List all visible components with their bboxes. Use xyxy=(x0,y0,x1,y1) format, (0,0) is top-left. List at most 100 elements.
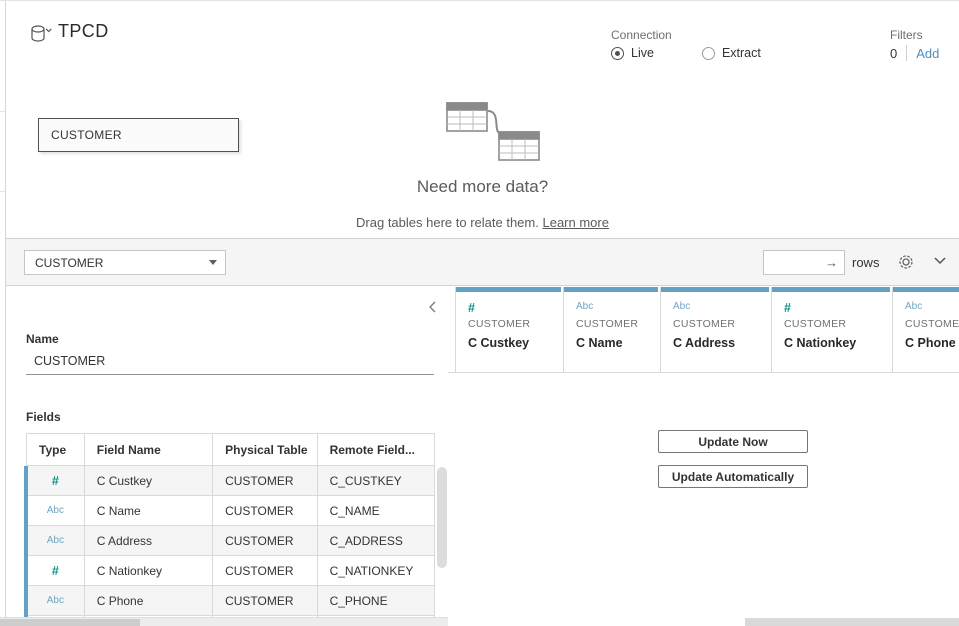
column-table-name: CUSTOMER xyxy=(784,318,892,330)
empty-state-text: Drag tables here to relate them. xyxy=(356,215,539,230)
number-type-icon: # xyxy=(468,301,563,315)
datasource-icon[interactable] xyxy=(30,25,56,43)
name-label: Name xyxy=(26,332,59,346)
col-header-type[interactable]: Type xyxy=(27,434,85,465)
column-accent-strip xyxy=(893,287,959,292)
rows-count-input[interactable]: → xyxy=(763,250,845,275)
grid-horizontal-scrollbar[interactable] xyxy=(745,618,959,626)
col-header-remote-field[interactable]: Remote Field... xyxy=(318,434,434,465)
data-preview-grid: # CUSTOMER C Custkey Abc CUSTOMER C Name… xyxy=(448,286,959,626)
column-accent-strip xyxy=(661,287,769,292)
column-accent-strip xyxy=(456,287,561,292)
cell-remote-field: C_CUSTKEY xyxy=(318,466,434,495)
fields-label: Fields xyxy=(26,410,61,424)
filters-add-link[interactable]: Add xyxy=(916,46,939,61)
live-radio-label[interactable]: Live xyxy=(631,46,654,60)
number-type-icon: # xyxy=(52,564,59,578)
empty-state-subtitle: Drag tables here to relate them. Learn m… xyxy=(6,215,959,230)
string-type-icon: Abc xyxy=(47,505,64,516)
column-accent-strip xyxy=(564,287,658,292)
table-details-panel: Name CUSTOMER Fields Type Field Name Phy… xyxy=(6,286,448,626)
column-field-name: C Phone xyxy=(905,336,959,350)
fields-table-header-row: Type Field Name Physical Table Remote Fi… xyxy=(27,434,434,466)
cell-remote-field: C_NATIONKEY xyxy=(318,556,434,585)
string-type-icon: Abc xyxy=(905,301,959,315)
grid-column-header[interactable]: # CUSTOMER C Custkey xyxy=(455,287,564,372)
table-row[interactable]: Abc C Name CUSTOMER C_NAME xyxy=(27,496,434,526)
string-type-icon: Abc xyxy=(47,595,64,606)
update-automatically-button[interactable]: Update Automatically xyxy=(658,465,808,488)
datagrid-toolbar: CUSTOMER → rows xyxy=(6,239,959,286)
grid-column-header[interactable]: Abc CUSTOMER C Name xyxy=(564,287,661,372)
chevron-down-icon[interactable] xyxy=(934,257,946,265)
rows-count-field[interactable] xyxy=(764,252,822,273)
cell-field-name: C Phone xyxy=(85,586,213,615)
panel-horizontal-scrollbar[interactable] xyxy=(0,617,448,626)
filters-count: 0 xyxy=(890,46,897,61)
cell-physical-table: CUSTOMER xyxy=(213,466,318,495)
string-type-icon: Abc xyxy=(673,301,771,315)
gear-icon[interactable] xyxy=(897,253,915,271)
grid-column-header[interactable]: Abc CUSTOMER C Phone xyxy=(893,287,959,372)
cell-physical-table: CUSTOMER xyxy=(213,556,318,585)
cell-remote-field: C_NAME xyxy=(318,496,434,525)
relate-tables-illustration xyxy=(443,99,543,163)
number-type-icon: # xyxy=(784,301,892,315)
relationship-canvas: TPCD Connection Live Extract Filters 0 A… xyxy=(6,1,959,239)
cell-remote-field: C_PHONE xyxy=(318,586,434,615)
learn-more-link[interactable]: Learn more xyxy=(542,215,608,230)
grid-column-header[interactable]: # CUSTOMER C Nationkey xyxy=(772,287,893,372)
update-now-button[interactable]: Update Now xyxy=(658,430,808,453)
column-field-name: C Custkey xyxy=(468,336,563,350)
cell-field-name: C Address xyxy=(85,526,213,555)
fields-table: Type Field Name Physical Table Remote Fi… xyxy=(26,433,435,621)
extract-radio[interactable] xyxy=(702,47,715,60)
col-header-field-name[interactable]: Field Name xyxy=(85,434,213,465)
extract-radio-label[interactable]: Extract xyxy=(722,46,761,60)
rows-label: rows xyxy=(852,255,879,270)
column-table-name: CUSTOMER xyxy=(673,318,771,330)
filters-divider xyxy=(906,45,907,61)
cell-physical-table: CUSTOMER xyxy=(213,496,318,525)
connection-label: Connection xyxy=(611,28,672,42)
empty-state-title: Need more data? xyxy=(6,177,959,197)
fields-table-scrollbar[interactable] xyxy=(437,467,447,568)
column-table-name: CUSTOMER xyxy=(576,318,660,330)
table-select-value: CUSTOMER xyxy=(35,256,103,270)
column-field-name: C Nationkey xyxy=(784,336,892,350)
cell-field-name: C Custkey xyxy=(85,466,213,495)
filters-label: Filters xyxy=(890,28,923,42)
cell-physical-table: CUSTOMER xyxy=(213,586,318,615)
column-field-name: C Name xyxy=(576,336,660,350)
cell-remote-field: C_ADDRESS xyxy=(318,526,434,555)
apply-rows-arrow-icon[interactable]: → xyxy=(825,255,844,270)
canvas-table-label: CUSTOMER xyxy=(51,128,122,142)
canvas-table-customer[interactable]: CUSTOMER xyxy=(38,118,239,152)
collapse-panel-icon[interactable] xyxy=(428,301,436,313)
table-row[interactable]: # C Custkey CUSTOMER C_CUSTKEY xyxy=(27,466,434,496)
column-field-name: C Address xyxy=(673,336,771,350)
cell-field-name: C Name xyxy=(85,496,213,525)
cell-physical-table: CUSTOMER xyxy=(213,526,318,555)
table-row[interactable]: # C Nationkey CUSTOMER C_NATIONKEY xyxy=(27,556,434,586)
table-name-value: CUSTOMER xyxy=(34,354,105,368)
live-radio[interactable] xyxy=(611,47,624,60)
col-header-physical-table[interactable]: Physical Table xyxy=(213,434,317,465)
row-selection-strip xyxy=(24,466,28,618)
grid-header-divider xyxy=(448,372,959,373)
column-accent-strip xyxy=(772,287,890,292)
table-name-input[interactable]: CUSTOMER xyxy=(26,348,434,375)
cell-field-name: C Nationkey xyxy=(85,556,213,585)
string-type-icon: Abc xyxy=(576,301,660,315)
table-row[interactable]: Abc C Phone CUSTOMER C_PHONE xyxy=(27,586,434,616)
column-table-name: CUSTOMER xyxy=(468,318,563,330)
datasource-title[interactable]: TPCD xyxy=(58,21,109,42)
number-type-icon: # xyxy=(52,474,59,488)
column-table-name: CUSTOMER xyxy=(905,318,959,330)
string-type-icon: Abc xyxy=(47,535,64,546)
table-row[interactable]: Abc C Address CUSTOMER C_ADDRESS xyxy=(27,526,434,556)
grid-column-header[interactable]: Abc CUSTOMER C Address xyxy=(661,287,772,372)
panel-scrollbar-thumb[interactable] xyxy=(0,619,140,626)
dropdown-caret-icon xyxy=(209,260,217,265)
table-select-dropdown[interactable]: CUSTOMER xyxy=(24,250,226,275)
